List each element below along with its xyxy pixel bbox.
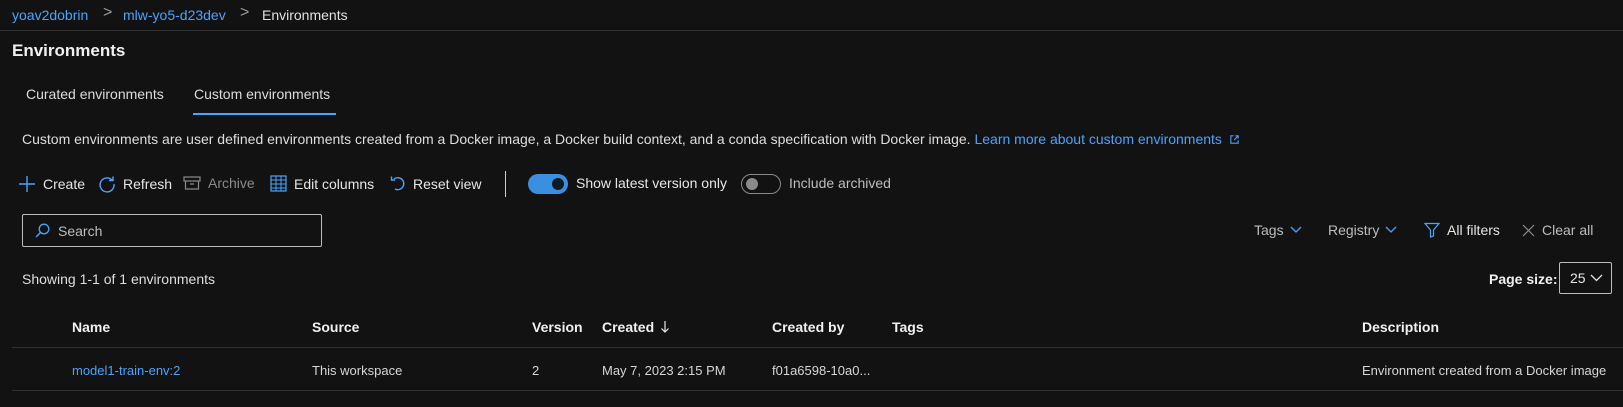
all-filters-button[interactable]: All filters (1424, 222, 1500, 238)
chevron-down-icon (1385, 226, 1397, 233)
description-text: Custom environments are user defined env… (22, 131, 971, 147)
refresh-button[interactable]: Refresh (98, 175, 172, 193)
tab-curated-environments[interactable]: Curated environments (26, 86, 164, 102)
edit-columns-button-label: Edit columns (294, 175, 375, 192)
archive-button-label: Archive (208, 175, 255, 191)
reset-view-icon (390, 176, 405, 191)
chevron-down-icon (1290, 226, 1302, 233)
reset-view-button-label: Reset view (413, 176, 482, 192)
column-header-source[interactable]: Source (312, 319, 359, 335)
toggle-knob (552, 178, 564, 190)
cell-version: 2 (532, 363, 540, 378)
include-archived-label: Include archived (789, 175, 891, 191)
table-row-divider (12, 390, 1623, 391)
cell-created-by: f01a6598-10a0... (772, 363, 871, 378)
page-size-label: Page size: (1489, 271, 1558, 287)
clear-all-button[interactable]: Clear all (1522, 222, 1593, 238)
chevron-down-icon (1590, 274, 1603, 282)
registry-filter-dropdown[interactable]: Registry (1328, 222, 1397, 238)
column-header-name[interactable]: Name (72, 319, 110, 335)
cell-created: May 7, 2023 2:15 PM (602, 363, 726, 378)
show-latest-version-toggle[interactable] (528, 174, 568, 194)
filter-icon (1424, 222, 1440, 238)
page-size-dropdown[interactable]: 25 (1559, 262, 1612, 294)
learn-more-link[interactable]: Learn more about custom environments (974, 131, 1239, 147)
refresh-button-label: Refresh (123, 176, 173, 192)
create-button-label: Create (43, 176, 86, 192)
cell-description: Environment created from a Docker image (1362, 363, 1607, 378)
column-header-description[interactable]: Description (1362, 319, 1439, 335)
search-icon (35, 223, 50, 238)
edit-columns-icon (270, 175, 287, 192)
reset-view-button[interactable]: Reset view (390, 175, 481, 193)
sort-descending-icon (661, 321, 670, 333)
table-header-divider (12, 347, 1623, 348)
tab-custom-environments[interactable]: Custom environments (194, 86, 330, 102)
registry-filter-label: Registry (1328, 222, 1380, 238)
archive-icon (183, 176, 201, 190)
close-icon (1522, 224, 1535, 236)
search-input[interactable] (58, 222, 308, 239)
breadcrumb-separator-1: > (103, 4, 113, 21)
toggle-knob (746, 178, 758, 190)
column-header-created-label: Created (602, 319, 655, 335)
plus-icon (19, 176, 35, 192)
archive-button[interactable]: Archive (183, 175, 255, 191)
page-title: Environments (12, 41, 126, 60)
breadcrumb-item-current: Environments (262, 7, 348, 23)
all-filters-label: All filters (1447, 222, 1500, 238)
column-header-tags[interactable]: Tags (892, 319, 924, 335)
breadcrumb-item-workspace-owner[interactable]: yoav2dobrin (12, 7, 88, 23)
learn-more-link-text: Learn more about custom environments (974, 131, 1222, 147)
create-button[interactable]: Create (18, 175, 85, 193)
breadcrumb-separator-2: > (240, 4, 250, 21)
refresh-icon (99, 176, 115, 193)
active-tab-indicator (193, 113, 336, 115)
breadcrumb-item-workspace[interactable]: mlw-yo5-d23dev (123, 7, 226, 23)
column-header-created[interactable]: Created (602, 319, 670, 335)
edit-columns-button[interactable]: Edit columns (270, 175, 374, 192)
environment-name-link[interactable]: model1-train-env:2 (72, 363, 180, 378)
clear-all-label: Clear all (1542, 222, 1594, 238)
results-count: Showing 1-1 of 1 environments (22, 271, 215, 287)
page-size-value: 25 (1570, 270, 1586, 286)
page-description: Custom environments are user defined env… (22, 131, 1240, 147)
include-archived-toggle[interactable] (741, 174, 781, 194)
search-box[interactable] (22, 214, 322, 247)
tags-filter-dropdown[interactable]: Tags (1254, 222, 1302, 238)
cell-source: This workspace (312, 363, 403, 378)
external-link-icon (1230, 135, 1239, 144)
column-header-version[interactable]: Version (532, 319, 583, 335)
column-header-created-by[interactable]: Created by (772, 319, 844, 335)
toolbar-divider (505, 171, 506, 197)
tags-filter-label: Tags (1254, 222, 1284, 238)
show-latest-version-label: Show latest version only (576, 175, 727, 191)
